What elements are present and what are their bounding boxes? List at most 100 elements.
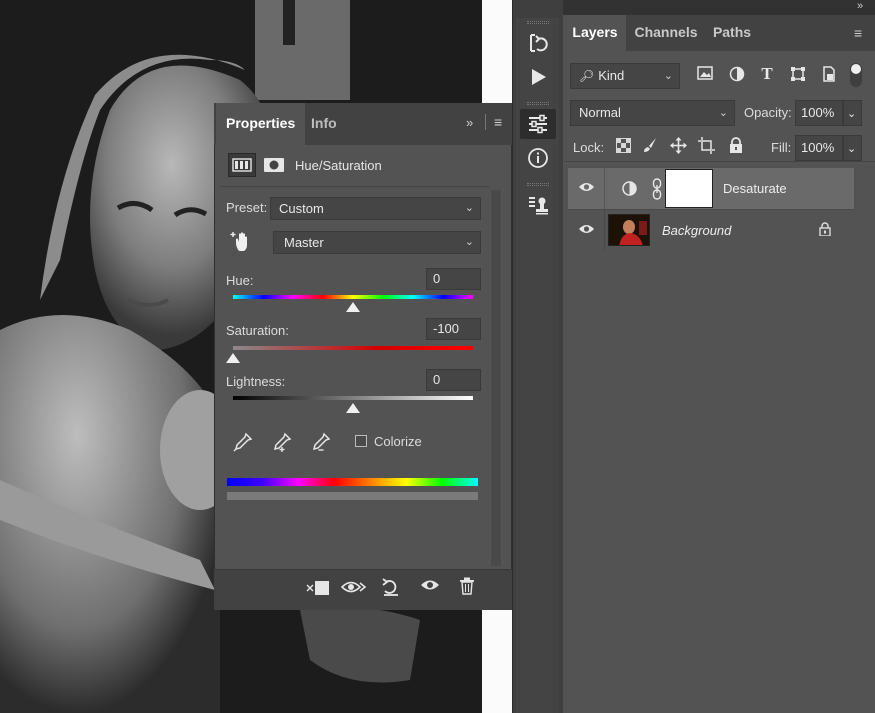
- expand-icon[interactable]: »: [466, 115, 473, 130]
- lightness-input[interactable]: 0: [426, 369, 481, 391]
- clip-to-layer-icon[interactable]: [305, 577, 331, 602]
- filter-smart-object-icon[interactable]: [818, 66, 840, 87]
- lock-image-pixels-icon[interactable]: [640, 137, 660, 158]
- hue-input[interactable]: 0: [426, 268, 481, 290]
- layer-name[interactable]: Background: [662, 223, 731, 238]
- toggle-visibility-eye-icon[interactable]: [417, 577, 443, 598]
- tab-layers[interactable]: Layers: [564, 15, 626, 51]
- panel-menu-icon[interactable]: ≡: [494, 114, 502, 130]
- output-color-bar: [227, 492, 478, 500]
- fill-dropdown[interactable]: ⌄: [843, 135, 862, 161]
- panel-menu-icon[interactable]: ≡: [854, 25, 862, 41]
- adjustment-type-icon[interactable]: [228, 153, 256, 177]
- divider: [485, 114, 486, 130]
- clone-source-icon[interactable]: [520, 190, 556, 220]
- info-icon[interactable]: [520, 143, 556, 173]
- divider: [604, 168, 605, 209]
- layer-row-background[interactable]: Background: [568, 209, 854, 251]
- layer-mask-icon[interactable]: [262, 153, 286, 177]
- preset-select[interactable]: Custom ⌄: [270, 197, 481, 220]
- photoshop-window: « » Layers Channels Paths ≡ 🔎︎Kind: [0, 0, 875, 713]
- saturation-slider-track[interactable]: [233, 346, 473, 350]
- layer-thumbnail[interactable]: [608, 214, 650, 246]
- colorize-checkbox[interactable]: [355, 435, 367, 447]
- chevron-down-icon: ⌄: [847, 108, 857, 120]
- layers-panel-tabs: Layers Channels Paths ≡: [564, 15, 875, 51]
- link-icon[interactable]: [652, 178, 662, 203]
- filter-toggle[interactable]: [850, 63, 862, 87]
- lock-position-icon[interactable]: [668, 137, 688, 159]
- lock-transparent-pixels-icon[interactable]: [613, 138, 633, 158]
- reset-icon[interactable]: [378, 577, 404, 602]
- chevron-down-icon: ⌄: [464, 202, 474, 214]
- fill-label: Fill:: [771, 140, 792, 155]
- opacity-dropdown[interactable]: ⌄: [843, 100, 862, 126]
- divider: [604, 210, 605, 251]
- eyedropper-subtract-icon[interactable]: [310, 431, 332, 453]
- blend-mode-label: Normal: [579, 105, 621, 120]
- hue-slider-track[interactable]: [233, 295, 473, 299]
- blend-mode-select[interactable]: Normal ⌄: [570, 100, 735, 126]
- saturation-slider-thumb[interactable]: [226, 353, 240, 363]
- filter-toggle-knob: [851, 64, 861, 74]
- divider: [564, 161, 875, 162]
- view-previous-state-icon[interactable]: [340, 577, 367, 602]
- tab-properties[interactable]: Properties: [216, 103, 306, 145]
- adjustment-layer-icon: [622, 181, 637, 199]
- filter-adjustment-layer-icon[interactable]: [726, 66, 748, 87]
- lightness-slider-thumb[interactable]: [346, 403, 360, 413]
- dock-grip[interactable]: [526, 183, 549, 186]
- history-icon[interactable]: [520, 28, 556, 58]
- actions-play-icon[interactable]: [520, 62, 556, 92]
- panel-icon-column: [516, 18, 559, 713]
- adjustments-properties-icon[interactable]: [519, 109, 556, 139]
- divider: [220, 186, 490, 187]
- delete-trash-icon[interactable]: [454, 577, 480, 600]
- lock-all-icon[interactable]: [726, 137, 746, 158]
- layer-mask-thumbnail[interactable]: [665, 169, 713, 208]
- colorize-label: Colorize: [374, 434, 422, 449]
- search-icon: 🔎︎: [579, 69, 595, 83]
- saturation-input[interactable]: -100: [426, 318, 481, 340]
- expand-icon[interactable]: »: [857, 0, 863, 12]
- lock-icon[interactable]: [819, 222, 831, 239]
- panel-collapse-bar: « »: [512, 0, 875, 15]
- properties-footer: [214, 569, 512, 610]
- opacity-input[interactable]: 100%: [795, 100, 843, 126]
- fill-input[interactable]: 100%: [795, 135, 843, 161]
- visibility-eye-icon[interactable]: [578, 180, 596, 197]
- opacity-label: Opacity:: [744, 105, 792, 120]
- layer-row-desaturate[interactable]: Desaturate: [568, 168, 854, 209]
- eyedropper-add-icon[interactable]: [271, 431, 293, 453]
- lightness-slider-track[interactable]: [233, 396, 473, 400]
- properties-panel-tabs: Properties Info » ≡: [214, 103, 512, 145]
- layer-name[interactable]: Desaturate: [723, 181, 787, 196]
- filter-kind-select[interactable]: 🔎︎ Kind ⌄: [570, 63, 680, 89]
- dock-grip[interactable]: [526, 102, 549, 105]
- filter-pixel-layer-icon[interactable]: [694, 66, 716, 85]
- hue-slider-thumb[interactable]: [346, 302, 360, 312]
- lock-label: Lock:: [573, 140, 605, 155]
- targeted-adjustment-hand-icon[interactable]: [230, 228, 256, 254]
- eyedropper-icon[interactable]: [232, 431, 254, 453]
- tab-channels[interactable]: Channels: [628, 15, 704, 51]
- adjustment-title: Hue/Saturation: [295, 158, 382, 173]
- channel-value: Master: [284, 235, 324, 250]
- filter-type-layer-icon[interactable]: T: [756, 64, 778, 84]
- visibility-eye-icon[interactable]: [578, 222, 596, 239]
- channel-select[interactable]: Master ⌄: [273, 231, 481, 254]
- hue-label: Hue:: [226, 273, 254, 288]
- tab-paths[interactable]: Paths: [704, 15, 760, 51]
- input-color-bar: [227, 478, 478, 486]
- tab-info[interactable]: Info: [301, 103, 347, 145]
- lightness-label: Lightness:: [226, 374, 286, 389]
- preset-label: Preset:: [226, 200, 268, 215]
- preset-value: Custom: [279, 201, 324, 216]
- chevron-down-icon: ⌄: [847, 143, 857, 155]
- chevron-down-icon: ⌄: [718, 107, 728, 119]
- properties-scrollbar[interactable]: [491, 190, 501, 566]
- chevron-down-icon: ⌄: [663, 70, 673, 82]
- lock-artboard-icon[interactable]: [696, 137, 716, 159]
- dock-grip[interactable]: [526, 21, 549, 24]
- filter-shape-layer-icon[interactable]: [787, 66, 809, 87]
